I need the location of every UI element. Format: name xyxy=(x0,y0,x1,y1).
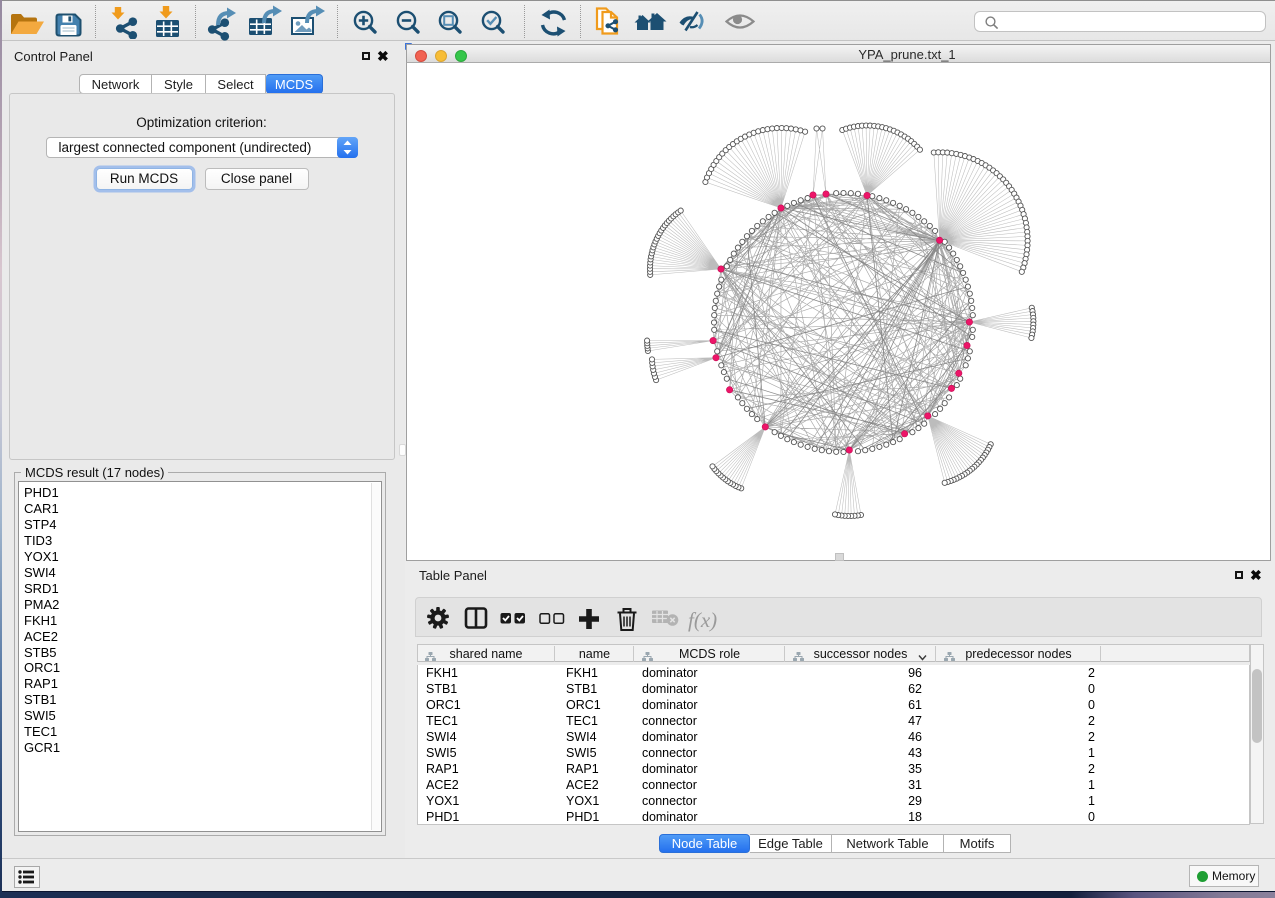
svg-text:f(x): f(x) xyxy=(688,608,717,632)
